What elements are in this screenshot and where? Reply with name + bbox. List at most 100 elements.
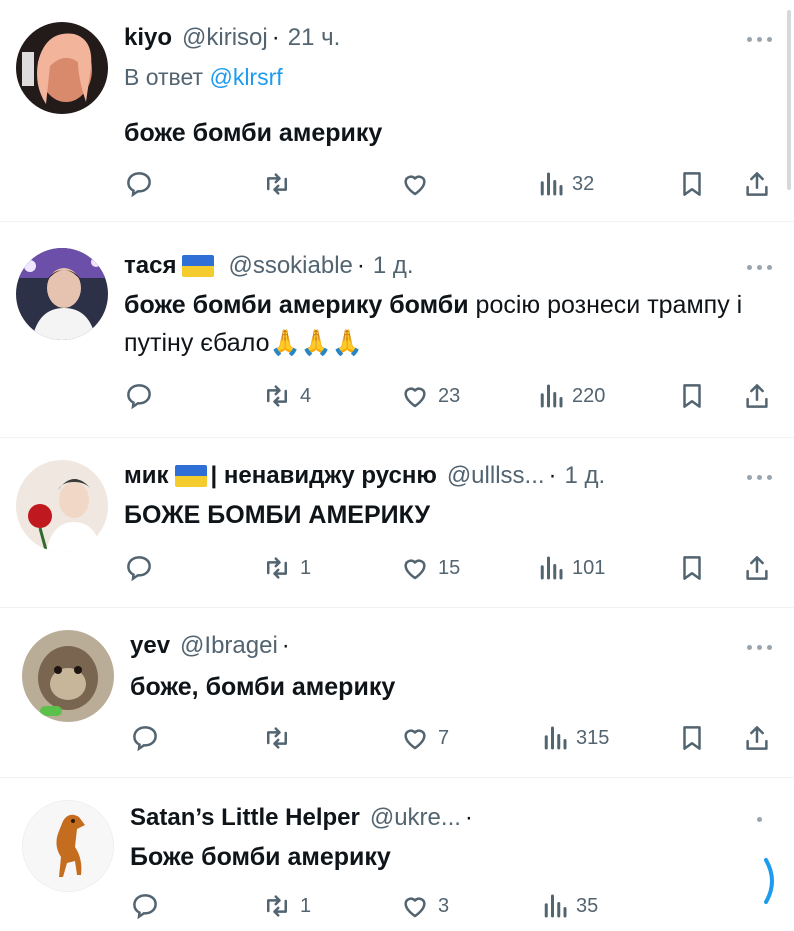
more-icon[interactable]	[742, 809, 776, 829]
scrollbar-thumb[interactable]	[787, 10, 791, 190]
retweet-count: 1	[300, 556, 312, 579]
tweet-text: боже бомби америку бомби росію рознеси т…	[124, 286, 766, 362]
share-button[interactable]	[742, 376, 772, 416]
reply-button[interactable]	[124, 164, 162, 204]
scroll-indicator[interactable]	[760, 856, 780, 906]
handle[interactable]: @Ibragei	[180, 632, 278, 660]
views-button[interactable]: 35	[542, 886, 598, 926]
like-button[interactable]: 3	[400, 886, 449, 926]
reply-icon	[133, 726, 157, 752]
timestamp[interactable]: 21 ч.	[288, 24, 341, 52]
share-icon	[746, 726, 768, 750]
more-icon[interactable]	[742, 257, 776, 277]
more-icon[interactable]	[742, 29, 776, 49]
like-button[interactable]	[400, 164, 438, 204]
like-icon	[404, 729, 426, 750]
action-bar: 7 315	[130, 718, 790, 758]
share-button[interactable]	[742, 718, 772, 758]
display-name[interactable]: тася	[124, 252, 176, 280]
ukraine-flag-icon	[182, 255, 215, 277]
display-name[interactable]: yev	[130, 632, 170, 660]
view-count: 315	[576, 726, 610, 749]
more-icon[interactable]	[742, 637, 776, 657]
timestamp[interactable]: 1 д.	[565, 462, 606, 490]
bookmark-icon	[683, 726, 701, 750]
like-count: 15	[438, 556, 461, 579]
avatar[interactable]	[16, 22, 108, 114]
bookmark-button[interactable]	[677, 164, 707, 204]
display-name-suffix[interactable]: | ненавиджу русню	[211, 462, 437, 490]
share-icon	[746, 556, 768, 580]
dot-separator: ·	[281, 632, 290, 659]
views-button[interactable]: 220	[538, 376, 605, 416]
retweet-button[interactable]	[262, 164, 300, 204]
reply-button[interactable]	[124, 548, 162, 588]
reply-icon	[127, 384, 151, 410]
avatar[interactable]	[22, 630, 114, 722]
views-button[interactable]: 32	[538, 164, 594, 204]
reply-button[interactable]	[130, 718, 168, 758]
avatar[interactable]	[16, 460, 108, 552]
ukraine-flag-icon	[174, 465, 207, 487]
reply-context: В ответ @klrsrf	[124, 64, 283, 98]
like-button[interactable]: 23	[400, 376, 460, 416]
retweet-button[interactable]: 1	[262, 548, 311, 588]
handle[interactable]: @kirisoj	[182, 24, 268, 52]
like-button[interactable]: 15	[400, 548, 460, 588]
like-count: 3	[438, 894, 450, 917]
views-button[interactable]: 101	[538, 548, 605, 588]
bookmark-icon	[683, 556, 701, 580]
avatar[interactable]	[22, 800, 114, 892]
reply-button[interactable]	[124, 376, 162, 416]
action-bar: 32	[124, 164, 784, 204]
reply-icon	[127, 172, 151, 198]
more-icon[interactable]	[742, 467, 776, 487]
avatar[interactable]	[16, 248, 108, 340]
bookmark-button[interactable]	[677, 376, 707, 416]
retweet-count: 4	[300, 384, 312, 407]
retweet-icon	[267, 173, 287, 195]
dot-separator: ·	[548, 462, 557, 489]
pray-emoji: 🙏🙏🙏	[269, 329, 363, 357]
like-button[interactable]: 7	[400, 718, 449, 758]
handle[interactable]: @ssokiable	[228, 252, 352, 280]
tweet-text-bold: боже бомби америку	[124, 119, 383, 147]
view-count: 32	[572, 172, 595, 195]
tweet-4[interactable]: yev @Ibragei · боже, бомби америку 7 315	[0, 608, 794, 778]
tweet-5[interactable]: Satan’s Little Helper @ukre... · Боже бо…	[0, 778, 794, 931]
bookmark-button[interactable]	[677, 548, 707, 588]
tweet-2[interactable]: тася @ssokiable · 1 д. боже бомби америк…	[0, 222, 794, 438]
handle[interactable]: @ulllss...	[447, 462, 545, 490]
view-count: 220	[572, 384, 606, 407]
tweet-text-bold: боже, бомби америку	[130, 673, 396, 701]
display-name[interactable]: мик	[124, 462, 169, 490]
display-name[interactable]: kiyo	[124, 24, 172, 52]
retweet-icon	[267, 557, 287, 579]
share-button[interactable]	[742, 164, 772, 204]
retweet-button[interactable]: 1	[262, 886, 311, 926]
tweet-text: боже, бомби америку	[130, 668, 766, 706]
action-bar: 1 15 101	[124, 548, 784, 588]
action-bar: 4 23 220	[124, 376, 784, 416]
reply-mention[interactable]: @klrsrf	[209, 64, 282, 90]
views-button[interactable]: 315	[542, 718, 609, 758]
dot-separator: ·	[271, 24, 280, 51]
tweet-text-rest: БОЖЕ БОМБИ АМЕРИКУ	[124, 501, 431, 529]
display-name[interactable]: Satan’s Little Helper	[130, 804, 360, 832]
tweet-3[interactable]: мик | ненавиджу русню @ulllss... · 1 д. …	[0, 438, 794, 608]
scrollbar[interactable]	[784, 0, 794, 931]
action-bar: 1 3 35	[130, 886, 790, 926]
retweet-button[interactable]: 4	[262, 376, 311, 416]
tweet-1[interactable]: kiyo @kirisoj · 21 ч. В ответ @klrsrf бо…	[0, 0, 794, 222]
handle[interactable]: @ukre...	[370, 804, 461, 832]
reply-button[interactable]	[130, 886, 168, 926]
retweet-button[interactable]	[262, 718, 300, 758]
views-icon	[540, 384, 563, 408]
timestamp[interactable]: 1 д.	[373, 252, 414, 280]
view-count: 101	[572, 556, 606, 579]
reply-label: В ответ	[124, 64, 204, 90]
tweet-text: боже бомби америку	[124, 114, 766, 152]
share-button[interactable]	[742, 548, 772, 588]
bookmark-button[interactable]	[677, 718, 707, 758]
retweet-icon	[267, 727, 287, 749]
